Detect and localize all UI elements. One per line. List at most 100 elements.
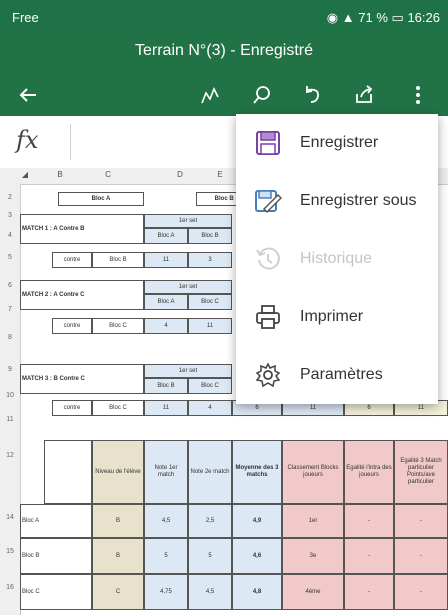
cell-blank-header[interactable] <box>44 440 92 504</box>
cell[interactable]: Bloc A <box>144 228 188 244</box>
cell[interactable]: contre <box>52 318 92 334</box>
share-button[interactable] <box>350 81 378 109</box>
save-icon <box>256 131 280 155</box>
search-button[interactable] <box>248 81 276 109</box>
menu-item-save-as[interactable]: Enregistrer sous <box>236 172 438 230</box>
cell[interactable]: 1er <box>282 504 344 538</box>
menu-item-history: Historique <box>236 230 438 288</box>
undo-button[interactable] <box>298 81 326 109</box>
cell[interactable]: contre <box>52 252 92 268</box>
cell[interactable]: C <box>92 574 144 610</box>
cell[interactable]: Bloc C <box>92 400 144 416</box>
header-cell[interactable]: Egalité 3 Match particulier Points/ave p… <box>394 440 448 504</box>
cell[interactable]: - <box>394 574 448 610</box>
menu-item-settings[interactable]: Paramètres <box>236 346 438 404</box>
settings-icon <box>255 362 281 388</box>
edit-button[interactable] <box>196 81 224 109</box>
cell-set-label[interactable]: 1er set <box>144 280 232 294</box>
cell[interactable]: - <box>394 504 448 538</box>
cell[interactable]: - <box>344 538 394 574</box>
cell[interactable]: 11 <box>188 318 232 334</box>
row-header[interactable]: 9 <box>0 366 20 373</box>
cell[interactable]: 3e <box>282 538 344 574</box>
row-header[interactable]: 14 <box>0 514 20 521</box>
carrier-label: Free <box>12 10 39 25</box>
cell-set-label[interactable]: 1er set <box>144 364 232 378</box>
document-title-bar: Terrain N°(3) - Enregistré <box>0 34 448 74</box>
search-icon <box>253 86 270 104</box>
cell[interactable]: 4 <box>144 318 188 334</box>
cell-match2[interactable]: MATCH 2 : A Contre C <box>20 280 144 310</box>
cell[interactable]: Bloc B <box>144 378 188 394</box>
row-header[interactable]: 4 <box>0 232 20 239</box>
row-headers: 2 3 4 5 6 7 8 9 10 11 12 14 15 16 <box>0 184 21 615</box>
row-header[interactable]: 3 <box>0 212 20 219</box>
header-cell[interactable]: Niveau de l'élève <box>92 440 144 504</box>
cell-player[interactable]: Bloc B <box>20 538 92 574</box>
cell[interactable]: 4,75 <box>144 574 188 610</box>
cell[interactable]: Bloc A <box>144 294 188 310</box>
cell[interactable]: 4ème <box>282 574 344 610</box>
document-title: Terrain N°(3) - Enregistré <box>135 42 313 59</box>
pen-icon <box>201 87 219 104</box>
cell[interactable]: 4,6 <box>232 538 282 574</box>
battery-icon: ▭ <box>391 10 404 25</box>
status-right: ◉ ▲ 71 % ▭ 16:26 <box>327 10 440 26</box>
header-cell[interactable]: Note 1er match <box>144 440 188 504</box>
cell[interactable]: Bloc C <box>92 318 144 334</box>
back-button[interactable] <box>14 81 42 109</box>
cell[interactable]: Bloc B <box>188 228 232 244</box>
column-header[interactable]: E <box>200 170 240 179</box>
cell[interactable]: 4 <box>188 400 232 416</box>
column-header[interactable]: D <box>160 170 200 179</box>
column-header[interactable]: B <box>40 170 80 179</box>
cell-match1[interactable]: MATCH 1 : A Contre B <box>20 214 144 244</box>
cell[interactable]: 11 <box>144 252 188 268</box>
corner-cell: ◢ <box>21 170 29 179</box>
header-cell[interactable]: Note 2e match <box>188 440 232 504</box>
row-header[interactable]: 15 <box>0 548 20 555</box>
cell-set-label[interactable]: 1er set <box>144 214 232 228</box>
cell[interactable]: 4,9 <box>232 504 282 538</box>
cell-player[interactable]: Bloc A <box>20 504 92 538</box>
cell-match3[interactable]: MATCH 3 : B Contre C <box>20 364 144 394</box>
header-cell[interactable]: Classement Blocks joueurs <box>282 440 344 504</box>
cell[interactable]: B <box>92 504 144 538</box>
row-header[interactable]: 11 <box>0 416 20 423</box>
row-header[interactable]: 16 <box>0 584 20 591</box>
cell[interactable]: Bloc C <box>188 294 232 310</box>
battery-level: 71 % <box>358 10 388 25</box>
cell[interactable]: 2,5 <box>188 504 232 538</box>
row-header[interactable]: 10 <box>0 392 20 399</box>
header-cell[interactable]: Egalité l'intra des joueurs <box>344 440 394 504</box>
cell[interactable]: 11 <box>144 400 188 416</box>
cell-player[interactable]: Bloc C <box>20 574 92 610</box>
row-header[interactable]: 7 <box>0 306 20 313</box>
row-header[interactable]: 12 <box>0 452 20 459</box>
cell[interactable]: 5 <box>188 538 232 574</box>
cell-bloc-a[interactable]: Bloc A <box>58 192 144 206</box>
column-header[interactable]: C <box>88 170 128 179</box>
cell[interactable]: - <box>344 574 394 610</box>
row-header[interactable]: 5 <box>0 254 20 261</box>
cell[interactable]: B <box>92 538 144 574</box>
header-cell[interactable]: Moyenne des 3 matchs <box>232 440 282 504</box>
cell[interactable]: 4,5 <box>144 504 188 538</box>
row-header[interactable]: 8 <box>0 334 20 341</box>
cell[interactable]: 4,8 <box>232 574 282 610</box>
cell[interactable]: - <box>394 538 448 574</box>
menu-item-print[interactable]: Imprimer <box>236 288 438 346</box>
formula-separator <box>70 124 71 160</box>
cell[interactable]: 4,5 <box>188 574 232 610</box>
row-header[interactable]: 2 <box>0 194 20 201</box>
menu-item-save[interactable]: Enregistrer <box>236 114 438 172</box>
cell[interactable]: 3 <box>188 252 232 268</box>
cell[interactable]: 5 <box>144 538 188 574</box>
formula-input[interactable] <box>80 126 230 156</box>
row-header[interactable]: 6 <box>0 282 20 289</box>
cell[interactable]: contre <box>52 400 92 416</box>
cell[interactable]: - <box>344 504 394 538</box>
cell[interactable]: Bloc C <box>188 378 232 394</box>
cell[interactable]: Bloc B <box>92 252 144 268</box>
more-options-button[interactable] <box>404 81 432 109</box>
